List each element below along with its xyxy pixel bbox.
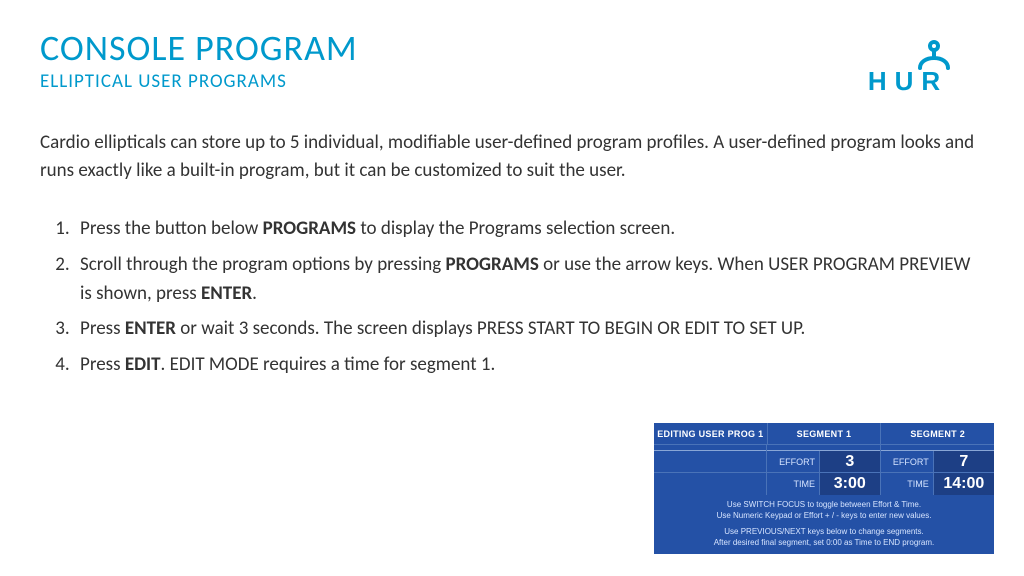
panel-tab-segment2: SEGMENT 2 bbox=[881, 423, 994, 445]
page-title: CONSOLE PROGRAM bbox=[40, 30, 358, 68]
slide: CONSOLE PROGRAM ELLIPTICAL USER PROGRAMS… bbox=[0, 0, 1024, 576]
effort-label: EFFORT bbox=[767, 457, 819, 467]
time-label-2: TIME bbox=[881, 479, 933, 489]
page-subtitle: ELLIPTICAL USER PROGRAMS bbox=[40, 70, 358, 93]
seg2-effort: 7 bbox=[933, 451, 994, 472]
panel-tabs: EDITING USER PROG 1 SEGMENT 1 SEGMENT 2 bbox=[654, 423, 994, 445]
seg1-effort: 3 bbox=[819, 451, 880, 472]
panel-tab-editing: EDITING USER PROG 1 bbox=[654, 423, 768, 445]
intro-paragraph: Cardio ellipticals can store up to 5 ind… bbox=[40, 129, 984, 184]
step-4: Press EDIT. EDIT MODE requires a time fo… bbox=[74, 350, 984, 379]
titles: CONSOLE PROGRAM ELLIPTICAL USER PROGRAMS bbox=[40, 30, 358, 93]
step-2: Scroll through the program options by pr… bbox=[74, 250, 984, 309]
panel-rows: EFFORT 3 TIME 3:00 EFFORT 7 TIME 14:00 bbox=[654, 445, 994, 495]
seg2-time: 14:00 bbox=[933, 473, 994, 495]
step-3: Press ENTER or wait 3 seconds. The scree… bbox=[74, 314, 984, 343]
effort-label-2: EFFORT bbox=[881, 457, 933, 467]
panel-footer: Use SWITCH FOCUS to toggle between Effor… bbox=[654, 495, 994, 554]
logo-text: HUR bbox=[868, 66, 948, 94]
step-list: Press the button below PROGRAMS to displ… bbox=[40, 214, 984, 379]
header: CONSOLE PROGRAM ELLIPTICAL USER PROGRAMS… bbox=[40, 30, 984, 99]
console-screenshot: EDITING USER PROG 1 SEGMENT 1 SEGMENT 2 … bbox=[654, 423, 994, 554]
time-label: TIME bbox=[767, 479, 819, 489]
step-1: Press the button below PROGRAMS to displ… bbox=[74, 214, 984, 243]
hur-logo: HUR bbox=[838, 38, 978, 99]
panel-tab-segment1: SEGMENT 1 bbox=[768, 423, 882, 445]
seg1-time: 3:00 bbox=[819, 473, 880, 495]
